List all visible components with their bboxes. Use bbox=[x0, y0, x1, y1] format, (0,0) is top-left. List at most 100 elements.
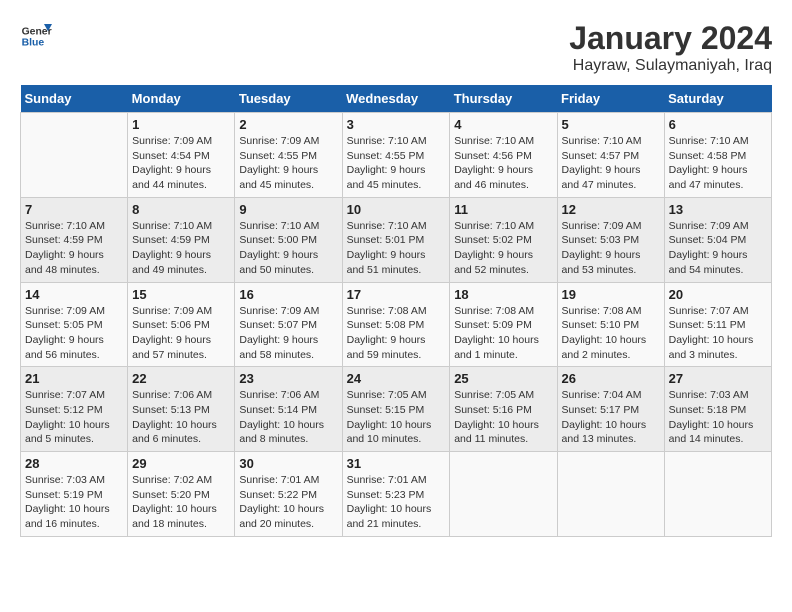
calendar-week-row: 1 Sunrise: 7:09 AMSunset: 4:54 PMDaylight… bbox=[21, 113, 772, 198]
calendar-header-row: Sunday Monday Tuesday Wednesday Thursday… bbox=[21, 85, 772, 113]
logo-icon: General Blue bbox=[20, 20, 52, 52]
day-number: 19 bbox=[562, 287, 660, 302]
day-number: 17 bbox=[347, 287, 446, 302]
page-title: January 2024 bbox=[569, 20, 772, 57]
header-tuesday: Tuesday bbox=[235, 85, 342, 113]
day-number: 25 bbox=[454, 371, 552, 386]
day-info: Sunrise: 7:10 AMSunset: 4:57 PMDaylight:… bbox=[562, 134, 660, 193]
table-row bbox=[450, 452, 557, 537]
day-number: 1 bbox=[132, 117, 230, 132]
day-number: 10 bbox=[347, 202, 446, 217]
day-info: Sunrise: 7:02 AMSunset: 5:20 PMDaylight:… bbox=[132, 473, 230, 532]
day-info: Sunrise: 7:07 AMSunset: 5:12 PMDaylight:… bbox=[25, 388, 123, 447]
table-row: 8 Sunrise: 7:10 AMSunset: 4:59 PMDaylight… bbox=[128, 197, 235, 282]
svg-text:Blue: Blue bbox=[22, 38, 45, 49]
day-number: 5 bbox=[562, 117, 660, 132]
day-number: 7 bbox=[25, 202, 123, 217]
day-info: Sunrise: 7:09 AMSunset: 4:55 PMDaylight:… bbox=[239, 134, 337, 193]
table-row: 4Sunrise: 7:10 AMSunset: 4:56 PMDaylight… bbox=[450, 113, 557, 198]
table-row: 6 Sunrise: 7:10 AMSunset: 4:58 PMDaylight… bbox=[664, 113, 771, 198]
day-info: Sunrise: 7:05 AMSunset: 5:15 PMDaylight:… bbox=[347, 388, 446, 447]
day-number: 29 bbox=[132, 456, 230, 471]
calendar-week-row: 21 Sunrise: 7:07 AMSunset: 5:12 PMDayligh… bbox=[21, 367, 772, 452]
calendar-week-row: 14Sunrise: 7:09 AMSunset: 5:05 PMDayligh… bbox=[21, 282, 772, 367]
table-row: 30Sunrise: 7:01 AMSunset: 5:22 PMDayligh… bbox=[235, 452, 342, 537]
day-number: 12 bbox=[562, 202, 660, 217]
table-row: 25 Sunrise: 7:05 AMSunset: 5:16 PMDayligh… bbox=[450, 367, 557, 452]
day-number: 18 bbox=[454, 287, 552, 302]
table-row: 26 Sunrise: 7:04 AMSunset: 5:17 PMDayligh… bbox=[557, 367, 664, 452]
day-number: 4 bbox=[454, 117, 552, 132]
day-info: Sunrise: 7:04 AMSunset: 5:17 PMDaylight:… bbox=[562, 388, 660, 447]
table-row bbox=[21, 113, 128, 198]
day-info: Sunrise: 7:06 AMSunset: 5:14 PMDaylight:… bbox=[239, 388, 337, 447]
table-row: 3 Sunrise: 7:10 AMSunset: 4:55 PMDaylight… bbox=[342, 113, 450, 198]
table-row bbox=[664, 452, 771, 537]
header-thursday: Thursday bbox=[450, 85, 557, 113]
header-wednesday: Wednesday bbox=[342, 85, 450, 113]
day-info: Sunrise: 7:06 AMSunset: 5:13 PMDaylight:… bbox=[132, 388, 230, 447]
table-row: 31Sunrise: 7:01 AMSunset: 5:23 PMDayligh… bbox=[342, 452, 450, 537]
table-row: 5 Sunrise: 7:10 AMSunset: 4:57 PMDaylight… bbox=[557, 113, 664, 198]
table-row: 28Sunrise: 7:03 AMSunset: 5:19 PMDayligh… bbox=[21, 452, 128, 537]
logo: General Blue bbox=[20, 20, 52, 52]
day-number: 20 bbox=[669, 287, 767, 302]
day-info: Sunrise: 7:08 AMSunset: 5:09 PMDaylight:… bbox=[454, 304, 552, 363]
table-row: 20 Sunrise: 7:07 AMSunset: 5:11 PMDayligh… bbox=[664, 282, 771, 367]
header-saturday: Saturday bbox=[664, 85, 771, 113]
calendar-table: Sunday Monday Tuesday Wednesday Thursday… bbox=[20, 85, 772, 537]
day-info: Sunrise: 7:08 AMSunset: 5:10 PMDaylight:… bbox=[562, 304, 660, 363]
table-row: 24 Sunrise: 7:05 AMSunset: 5:15 PMDayligh… bbox=[342, 367, 450, 452]
table-row: 12Sunrise: 7:09 AMSunset: 5:03 PMDayligh… bbox=[557, 197, 664, 282]
day-number: 8 bbox=[132, 202, 230, 217]
day-number: 21 bbox=[25, 371, 123, 386]
day-info: Sunrise: 7:08 AMSunset: 5:08 PMDaylight:… bbox=[347, 304, 446, 363]
day-number: 16 bbox=[239, 287, 337, 302]
table-row: 9Sunrise: 7:10 AMSunset: 5:00 PMDaylight… bbox=[235, 197, 342, 282]
table-row: 18 Sunrise: 7:08 AMSunset: 5:09 PMDayligh… bbox=[450, 282, 557, 367]
day-number: 13 bbox=[669, 202, 767, 217]
day-info: Sunrise: 7:10 AMSunset: 4:59 PMDaylight:… bbox=[132, 219, 230, 278]
day-number: 6 bbox=[669, 117, 767, 132]
table-row: 21 Sunrise: 7:07 AMSunset: 5:12 PMDayligh… bbox=[21, 367, 128, 452]
day-info: Sunrise: 7:10 AMSunset: 5:00 PMDaylight:… bbox=[239, 219, 337, 278]
table-row: 13Sunrise: 7:09 AMSunset: 5:04 PMDayligh… bbox=[664, 197, 771, 282]
table-row bbox=[557, 452, 664, 537]
table-row: 1 Sunrise: 7:09 AMSunset: 4:54 PMDaylight… bbox=[128, 113, 235, 198]
table-row: 22 Sunrise: 7:06 AMSunset: 5:13 PMDayligh… bbox=[128, 367, 235, 452]
table-row: 16 Sunrise: 7:09 AMSunset: 5:07 PMDayligh… bbox=[235, 282, 342, 367]
day-info: Sunrise: 7:07 AMSunset: 5:11 PMDaylight:… bbox=[669, 304, 767, 363]
day-info: Sunrise: 7:10 AMSunset: 4:55 PMDaylight:… bbox=[347, 134, 446, 193]
table-row: 14Sunrise: 7:09 AMSunset: 5:05 PMDayligh… bbox=[21, 282, 128, 367]
day-number: 3 bbox=[347, 117, 446, 132]
table-row: 15Sunrise: 7:09 AMSunset: 5:06 PMDayligh… bbox=[128, 282, 235, 367]
day-info: Sunrise: 7:10 AMSunset: 5:01 PMDaylight:… bbox=[347, 219, 446, 278]
header-friday: Friday bbox=[557, 85, 664, 113]
day-number: 2 bbox=[239, 117, 337, 132]
day-info: Sunrise: 7:09 AMSunset: 4:54 PMDaylight:… bbox=[132, 134, 230, 193]
header-sunday: Sunday bbox=[21, 85, 128, 113]
day-number: 27 bbox=[669, 371, 767, 386]
table-row: 17 Sunrise: 7:08 AMSunset: 5:08 PMDayligh… bbox=[342, 282, 450, 367]
day-info: Sunrise: 7:09 AMSunset: 5:07 PMDaylight:… bbox=[239, 304, 337, 363]
table-row: 2 Sunrise: 7:09 AMSunset: 4:55 PMDaylight… bbox=[235, 113, 342, 198]
table-row: 10 Sunrise: 7:10 AMSunset: 5:01 PMDayligh… bbox=[342, 197, 450, 282]
day-info: Sunrise: 7:10 AMSunset: 4:58 PMDaylight:… bbox=[669, 134, 767, 193]
day-number: 14 bbox=[25, 287, 123, 302]
day-number: 24 bbox=[347, 371, 446, 386]
day-number: 23 bbox=[239, 371, 337, 386]
table-row: 29 Sunrise: 7:02 AMSunset: 5:20 PMDayligh… bbox=[128, 452, 235, 537]
day-info: Sunrise: 7:05 AMSunset: 5:16 PMDaylight:… bbox=[454, 388, 552, 447]
day-info: Sunrise: 7:10 AMSunset: 4:59 PMDaylight:… bbox=[25, 219, 123, 278]
table-row: 27 Sunrise: 7:03 AMSunset: 5:18 PMDayligh… bbox=[664, 367, 771, 452]
day-info: Sunrise: 7:03 AMSunset: 5:18 PMDaylight:… bbox=[669, 388, 767, 447]
calendar-week-row: 28Sunrise: 7:03 AMSunset: 5:19 PMDayligh… bbox=[21, 452, 772, 537]
day-info: Sunrise: 7:01 AMSunset: 5:22 PMDaylight:… bbox=[239, 473, 337, 532]
page-header: General Blue January 2024 Hayraw, Sulaym… bbox=[20, 20, 772, 75]
day-info: Sunrise: 7:09 AMSunset: 5:06 PMDaylight:… bbox=[132, 304, 230, 363]
day-number: 26 bbox=[562, 371, 660, 386]
day-number: 22 bbox=[132, 371, 230, 386]
header-monday: Monday bbox=[128, 85, 235, 113]
table-row: 19 Sunrise: 7:08 AMSunset: 5:10 PMDayligh… bbox=[557, 282, 664, 367]
day-info: Sunrise: 7:03 AMSunset: 5:19 PMDaylight:… bbox=[25, 473, 123, 532]
